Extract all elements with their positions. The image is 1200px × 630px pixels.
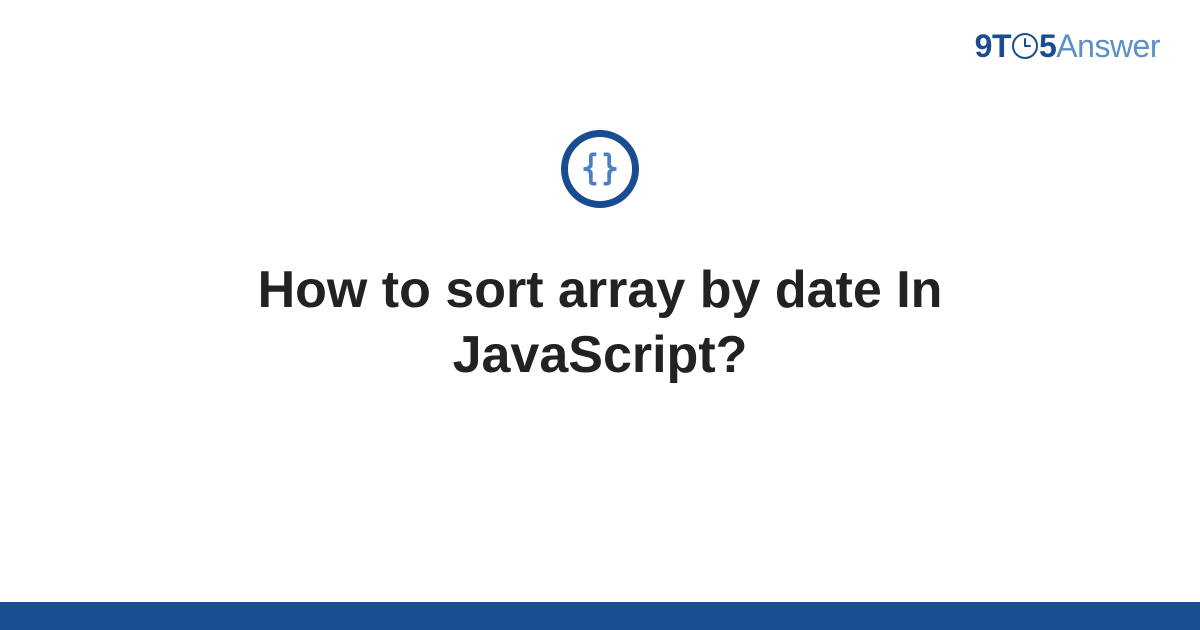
logo-text-5: 5 [1039,28,1056,64]
article-title: How to sort array by date In JavaScript? [150,258,1050,388]
logo-text-answer: Answer [1056,28,1160,64]
code-braces-icon [578,147,622,191]
clock-icon [1012,33,1038,59]
site-logo: 9T 5Answer [975,28,1160,65]
footer-accent-bar [0,602,1200,630]
logo-text-9t: 9T [975,28,1011,64]
topic-badge [561,130,639,208]
main-content: How to sort array by date In JavaScript? [0,130,1200,388]
